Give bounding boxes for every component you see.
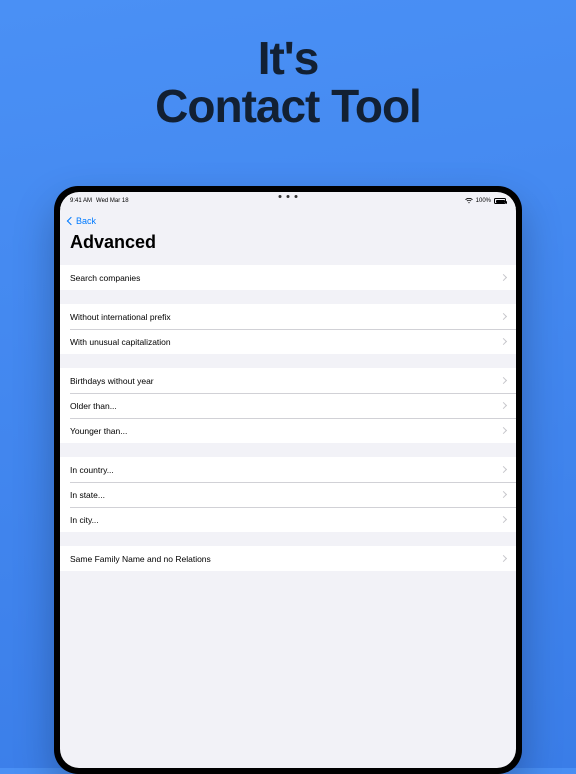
chevron-right-icon <box>500 555 507 562</box>
battery-pct: 100% <box>476 198 491 204</box>
hero-line1: It's <box>0 34 576 82</box>
settings-row[interactable]: With unusual capitalization <box>60 329 516 354</box>
settings-row[interactable]: Without international prefix <box>60 304 516 329</box>
row-label: Same Family Name and no Relations <box>70 554 211 564</box>
chevron-right-icon <box>500 377 507 384</box>
chevron-right-icon <box>500 516 507 523</box>
settings-group: Same Family Name and no Relations <box>60 546 516 571</box>
status-date: Wed Mar 18 <box>96 198 129 204</box>
settings-group: Search companies <box>60 265 516 290</box>
chevron-right-icon <box>500 466 507 473</box>
ipad-frame: 9:41 AM Wed Mar 18 100% Back Advanced Se… <box>54 186 522 774</box>
chevron-right-icon <box>500 274 507 281</box>
wifi-icon <box>465 198 473 204</box>
row-label: Birthdays without year <box>70 376 154 386</box>
settings-list: Search companies Without international pr… <box>60 265 516 571</box>
settings-group: Birthdays without year Older than... Young… <box>60 368 516 443</box>
row-label: In city... <box>70 515 99 525</box>
settings-row[interactable]: In city... <box>60 507 516 532</box>
row-label: Younger than... <box>70 426 127 436</box>
row-label: Older than... <box>70 401 117 411</box>
hero-line2: Contact Tool <box>0 82 576 130</box>
chevron-right-icon <box>500 427 507 434</box>
settings-group: Without international prefix With unusual… <box>60 304 516 354</box>
settings-group: In country... In state... In city... <box>60 457 516 532</box>
camera-notch <box>279 195 298 198</box>
back-button[interactable]: Back <box>68 216 96 226</box>
page-title: Advanced <box>60 230 516 261</box>
row-label: Without international prefix <box>70 312 171 322</box>
navbar: Back <box>60 208 516 230</box>
ipad-screen: 9:41 AM Wed Mar 18 100% Back Advanced Se… <box>60 192 516 768</box>
row-label: Search companies <box>70 273 140 283</box>
chevron-left-icon <box>67 217 75 225</box>
settings-row[interactable]: Search companies <box>60 265 516 290</box>
chevron-right-icon <box>500 402 507 409</box>
settings-row[interactable]: Birthdays without year <box>60 368 516 393</box>
chevron-right-icon <box>500 491 507 498</box>
battery-icon <box>494 198 506 204</box>
settings-row[interactable]: Younger than... <box>60 418 516 443</box>
settings-row[interactable]: In state... <box>60 482 516 507</box>
row-label: With unusual capitalization <box>70 337 171 347</box>
row-label: In country... <box>70 465 114 475</box>
row-label: In state... <box>70 490 105 500</box>
chevron-right-icon <box>500 313 507 320</box>
status-time: 9:41 AM <box>70 198 92 204</box>
chevron-right-icon <box>500 338 507 345</box>
back-label: Back <box>76 216 96 226</box>
settings-row[interactable]: In country... <box>60 457 516 482</box>
settings-row[interactable]: Older than... <box>60 393 516 418</box>
hero-title: It's Contact Tool <box>0 0 576 131</box>
settings-row[interactable]: Same Family Name and no Relations <box>60 546 516 571</box>
